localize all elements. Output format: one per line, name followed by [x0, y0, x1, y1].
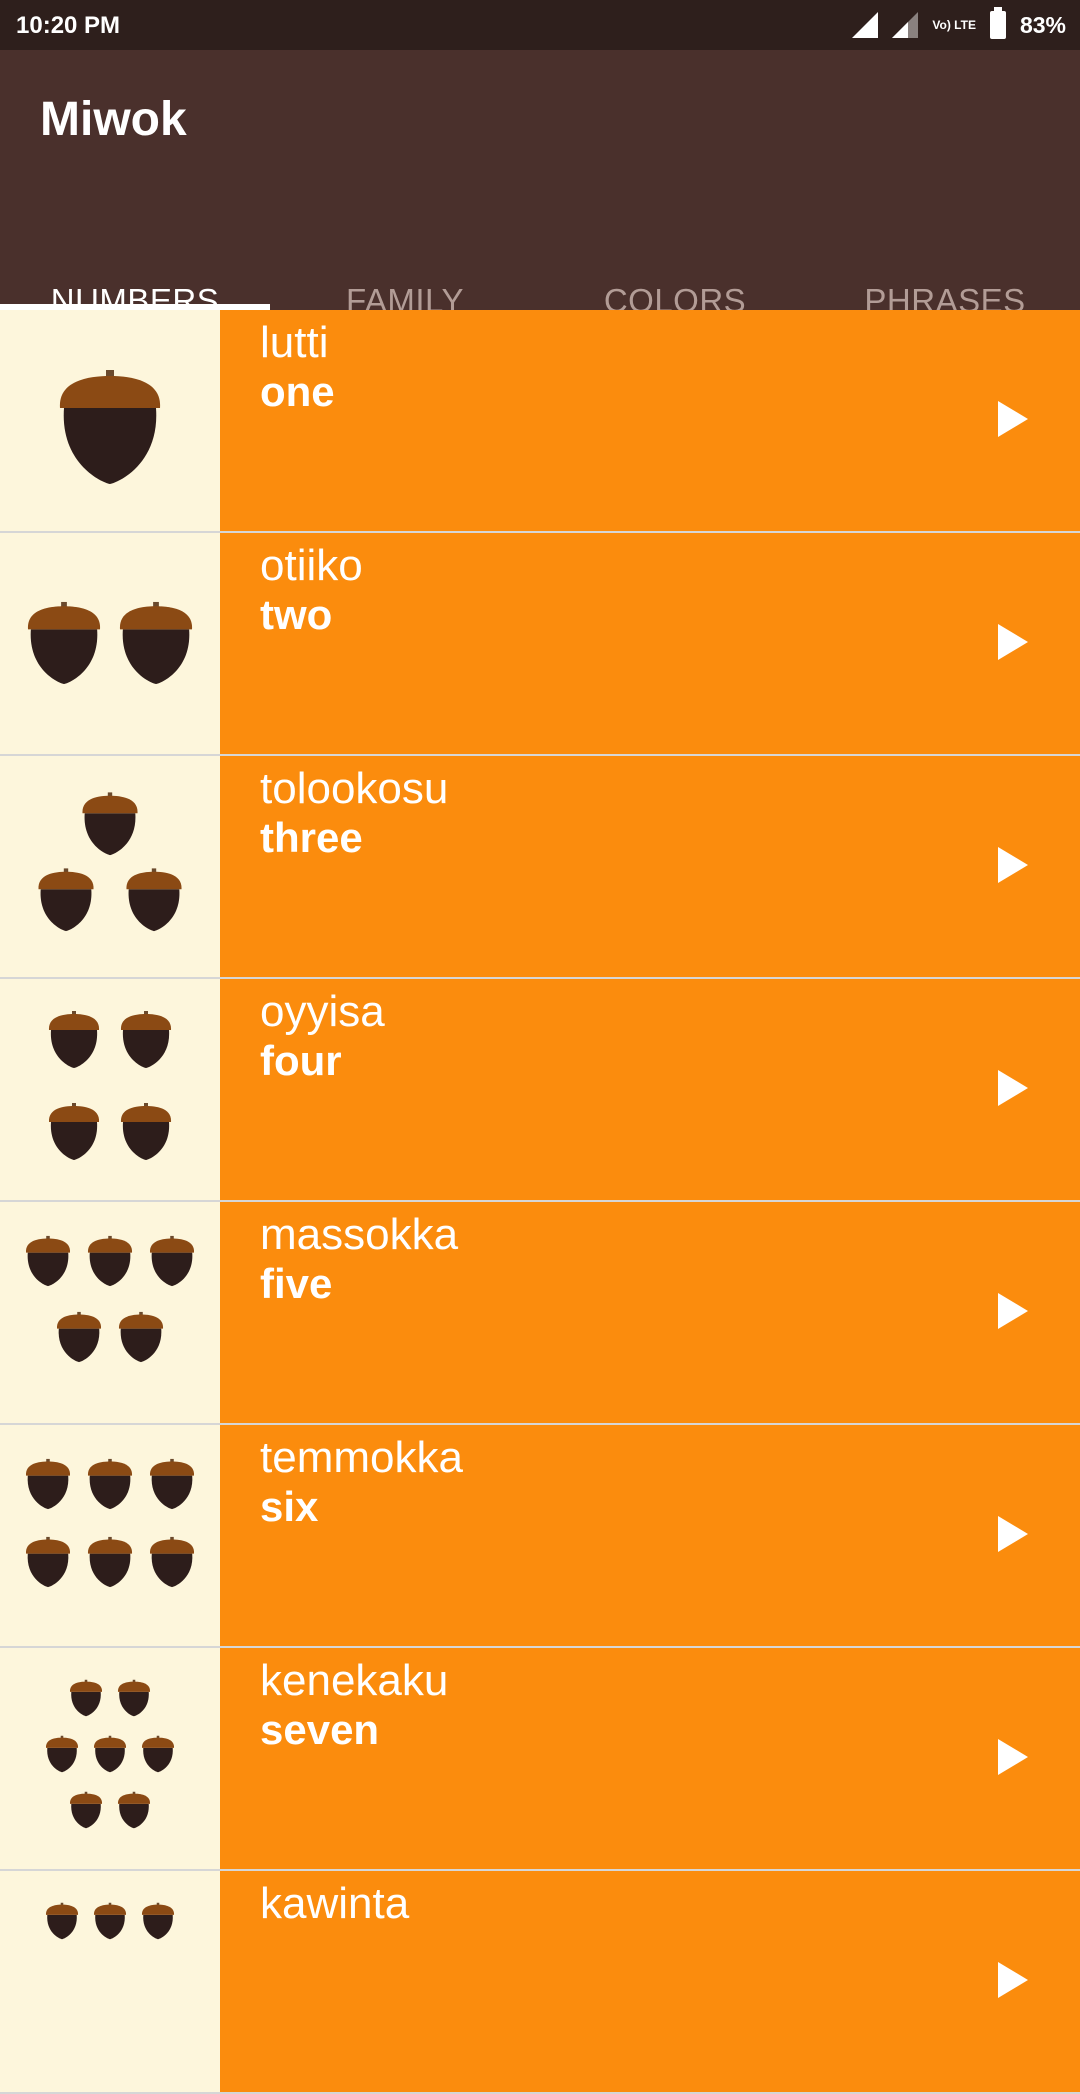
miwok-word: oyyisa [260, 987, 385, 1036]
list-item[interactable]: lutti one [0, 310, 1080, 533]
acorn-8-icon [45, 1902, 175, 1940]
english-word: four [260, 1037, 342, 1084]
miwok-word: massokka [260, 1210, 459, 1259]
acorn-5-icon [25, 1235, 195, 1363]
play-icon[interactable] [998, 1070, 1028, 1106]
play-icon[interactable] [998, 847, 1028, 883]
acorn-7-icon [45, 1679, 175, 1829]
play-icon[interactable] [998, 1962, 1028, 1998]
acorn-2-icon [27, 601, 193, 685]
play-icon[interactable] [998, 1293, 1028, 1329]
signal-strength-secondary-icon [892, 12, 919, 38]
status-bar: 10:20 PM Vo) LTE 83% [0, 0, 1080, 50]
english-word: seven [260, 1706, 380, 1753]
english-word: three [260, 814, 363, 861]
acorn-6-icon [25, 1458, 195, 1588]
english-word: two [260, 591, 333, 638]
number-image [0, 310, 220, 531]
status-time: 10:20 PM [16, 12, 121, 39]
miwok-word: tolookosu [260, 764, 449, 813]
number-image [0, 1648, 220, 1869]
number-image [0, 533, 220, 754]
word-card[interactable]: massokka five [220, 1202, 1080, 1423]
miwok-word: lutti [260, 318, 329, 367]
english-word: one [260, 368, 335, 415]
number-image [0, 979, 220, 1200]
list-item[interactable]: tolookosu three [0, 756, 1080, 979]
miwok-word: temmokka [260, 1433, 463, 1482]
play-icon[interactable] [998, 1739, 1028, 1775]
play-icon[interactable] [998, 624, 1028, 660]
number-image [0, 756, 220, 977]
app-title: Miwok [40, 93, 187, 146]
list-item[interactable]: kenekaku seven [0, 1648, 1080, 1871]
word-card[interactable]: lutti one [220, 310, 1080, 531]
tab-colors[interactable]: COLORS [540, 232, 810, 319]
battery-icon [989, 7, 1006, 39]
list-item[interactable]: kawinta [0, 1871, 1080, 2094]
number-image [0, 1202, 220, 1423]
status-icons: Vo) LTE 83% [852, 7, 1066, 40]
tab-bar: NUMBERS FAMILY COLORS PHRASES [0, 232, 1080, 319]
battery-percent: 83% [1019, 11, 1066, 38]
word-card[interactable]: kenekaku seven [220, 1648, 1080, 1869]
app-bar: Miwok NUMBERS FAMILY COLORS PHRASES [0, 50, 1080, 319]
acorn-1-icon [59, 370, 161, 484]
number-image [0, 1425, 220, 1646]
word-card[interactable]: otiiko two [220, 533, 1080, 754]
list-item[interactable]: temmokka six [0, 1425, 1080, 1648]
number-image [0, 1871, 220, 2092]
tab-numbers[interactable]: NUMBERS [0, 232, 270, 319]
word-list[interactable]: lutti one otiiko two tolookosu three oyy… [0, 310, 1080, 2094]
miwok-word: kawinta [260, 1879, 410, 1928]
play-icon[interactable] [998, 401, 1028, 437]
acorn-4-icon [48, 1011, 172, 1160]
list-item[interactable]: oyyisa four [0, 979, 1080, 1202]
acorn-3-icon [38, 792, 182, 932]
miwok-word: otiiko [260, 541, 363, 590]
tab-phrases[interactable]: PHRASES [810, 232, 1080, 319]
signal-strength-icon [852, 12, 879, 38]
tab-family[interactable]: FAMILY [270, 232, 540, 319]
english-word: six [260, 1483, 319, 1530]
word-card[interactable]: kawinta [220, 1871, 1080, 2092]
volte-icon: Vo) LTE [932, 18, 976, 32]
word-card[interactable]: temmokka six [220, 1425, 1080, 1646]
list-item[interactable]: otiiko two [0, 533, 1080, 756]
play-icon[interactable] [998, 1516, 1028, 1552]
miwok-word: kenekaku [260, 1656, 449, 1705]
english-word: five [260, 1260, 333, 1307]
list-item[interactable]: massokka five [0, 1202, 1080, 1425]
word-card[interactable]: oyyisa four [220, 979, 1080, 1200]
word-card[interactable]: tolookosu three [220, 756, 1080, 977]
